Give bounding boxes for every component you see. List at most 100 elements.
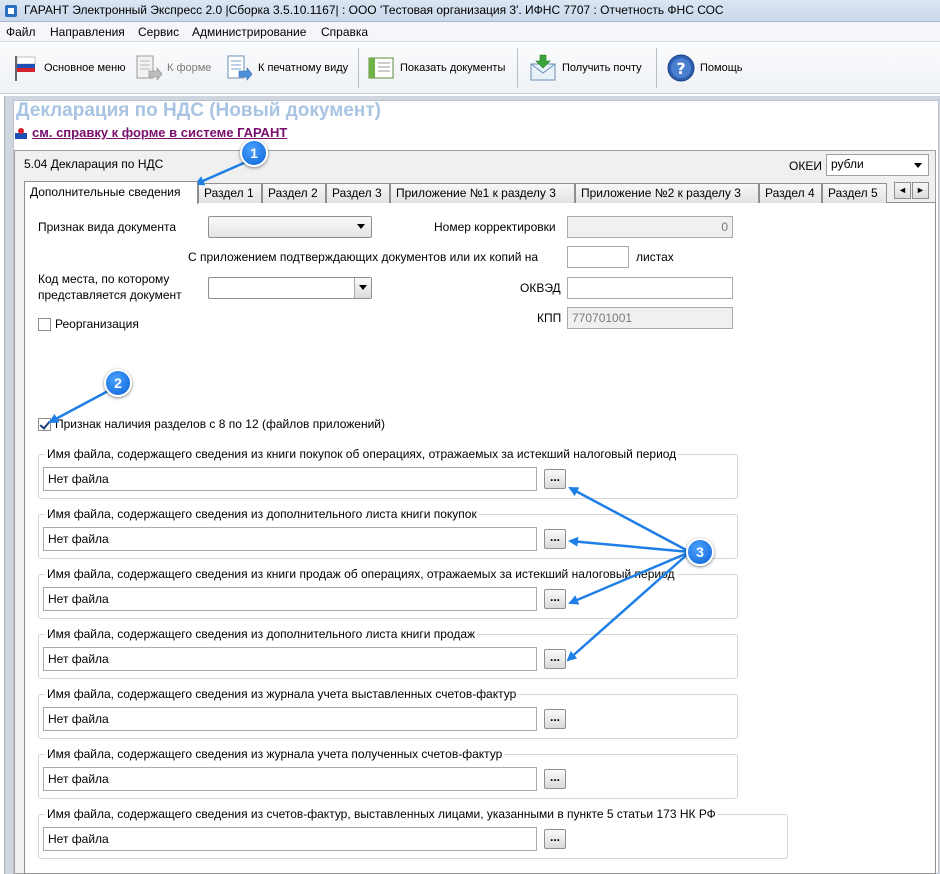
browse-file-button[interactable]: ... — [544, 709, 566, 729]
reorganization-label: Реорганизация — [55, 317, 139, 331]
main-menu-button[interactable]: Основное меню — [10, 50, 125, 86]
file-name-field[interactable]: Нет файла — [43, 527, 537, 551]
sections-8-12-label: Признак наличия разделов с 8 по 12 (файл… — [55, 417, 386, 431]
help-button[interactable]: ? Помощь — [666, 50, 743, 86]
help-icon: ? — [667, 54, 695, 82]
help-label: Помощь — [700, 62, 743, 74]
file-group: Имя файла, содержащего сведения из книги… — [38, 567, 738, 619]
file-group-label: Имя файла, содержащего сведения из книги… — [45, 567, 677, 581]
toolbar: Основное меню К форме К печатному виду П… — [0, 42, 940, 94]
file-name-field[interactable]: Нет файла — [43, 647, 537, 671]
menu-help[interactable]: Справка — [321, 25, 368, 39]
tab-scroll-left[interactable]: ◄ — [894, 182, 911, 199]
tab-section-5[interactable]: Раздел 5 — [822, 183, 887, 203]
tab-additional-info[interactable]: Дополнительные сведения — [24, 181, 198, 204]
show-documents-label: Показать документы — [400, 62, 506, 74]
menu-directions[interactable]: Направления — [50, 25, 125, 39]
file-group-label: Имя файла, содержащего сведения из допол… — [45, 627, 478, 641]
reorganization-checkbox[interactable] — [38, 318, 51, 331]
garant-help-link[interactable]: см. справку к форме в системе ГАРАНТ — [14, 125, 287, 140]
annotation-badge-2: 2 — [104, 369, 132, 397]
attach-sheets-field[interactable] — [567, 246, 629, 268]
to-form-button[interactable]: К форме — [133, 50, 211, 86]
browse-file-button[interactable]: ... — [544, 829, 566, 849]
file-group: Имя файла, содержащего сведения из журна… — [38, 747, 738, 799]
file-name-field[interactable]: Нет файла — [43, 707, 537, 731]
file-group: Имя файла, содержащего сведения из журна… — [38, 687, 738, 739]
place-code-select[interactable] — [208, 277, 372, 299]
file-name-field[interactable]: Нет файла — [43, 587, 537, 611]
toolbar-separator — [358, 48, 359, 88]
okved-field[interactable] — [567, 277, 733, 299]
browse-file-button[interactable]: ... — [544, 469, 566, 489]
to-form-label: К форме — [167, 62, 212, 74]
section-title: 5.04 Декларация по НДС — [24, 157, 164, 171]
flag-icon — [15, 56, 36, 81]
print-preview-icon — [227, 55, 253, 81]
app-icon — [5, 5, 17, 17]
place-code-label-line1: Код места, по которому — [38, 272, 170, 286]
menu-service[interactable]: Сервис — [138, 25, 179, 39]
window-title: ГАРАНТ Электронный Экспресс 2.0 |Сборка … — [24, 3, 724, 17]
correction-number-field[interactable]: 0 — [567, 216, 733, 238]
okved-label: ОКВЭД — [520, 281, 561, 295]
file-group-label: Имя файла, содержащего сведения из книги… — [45, 447, 679, 461]
doc-type-label: Признак вида документа — [38, 220, 176, 234]
doc-type-select[interactable] — [208, 216, 372, 238]
file-group-label: Имя файла, содержащего сведения из счето… — [45, 807, 718, 821]
file-group: Имя файла, содержащего сведения из счето… — [38, 807, 788, 859]
file-name-field[interactable]: Нет файла — [43, 827, 537, 851]
browse-file-button[interactable]: ... — [544, 649, 566, 669]
garant-logo-icon — [15, 127, 27, 139]
file-group: Имя файла, содержащего сведения из книги… — [38, 447, 738, 499]
kpp-field[interactable]: 770701001 — [567, 307, 733, 329]
kpp-label: КПП — [537, 311, 562, 325]
tab-appendix-2-section-3[interactable]: Приложение №2 к разделу 3 — [575, 183, 759, 203]
file-group-label: Имя файла, содержащего сведения из допол… — [45, 507, 479, 521]
okei-select[interactable]: рубли — [826, 154, 929, 176]
tab-section-4[interactable]: Раздел 4 — [759, 183, 822, 203]
svg-text:?: ? — [676, 59, 685, 78]
file-name-field[interactable]: Нет файла — [43, 467, 537, 491]
browse-file-button[interactable]: ... — [544, 769, 566, 789]
form-title: Декларация по НДС (Новый документ) — [16, 100, 381, 121]
tab-appendix-1-section-3[interactable]: Приложение №1 к разделу 3 — [390, 183, 575, 203]
file-group: Имя файла, содержащего сведения из допол… — [38, 627, 738, 679]
file-group-label: Имя файла, содержащего сведения из журна… — [45, 747, 505, 761]
file-group-label: Имя файла, содержащего сведения из журна… — [45, 687, 519, 701]
mail-download-icon — [530, 54, 556, 81]
documents-icon — [368, 57, 394, 79]
toolbar-separator — [656, 48, 657, 88]
annotation-badge-1: 1 — [240, 139, 268, 167]
print-view-button[interactable]: К печатному виду — [224, 50, 348, 86]
menu-file[interactable]: Файл — [6, 25, 36, 39]
show-documents-button[interactable]: Показать документы — [366, 50, 505, 86]
get-mail-button[interactable]: Получить почту — [528, 50, 642, 86]
annotation-badge-3: 3 — [686, 538, 714, 566]
okei-label: ОКЕИ — [789, 159, 822, 173]
chevron-down-icon — [359, 285, 367, 290]
sections-8-12-checkbox[interactable] — [38, 418, 51, 431]
tab-section-3[interactable]: Раздел 3 — [326, 183, 390, 203]
toolbar-separator — [517, 48, 518, 88]
menu-bar: Файл Направления Сервис Администрировани… — [0, 22, 940, 42]
place-code-label-line2: представляется документ — [38, 288, 182, 302]
tab-scroll-right[interactable]: ► — [912, 182, 929, 199]
get-mail-label: Получить почту — [562, 62, 642, 74]
browse-file-button[interactable]: ... — [544, 529, 566, 549]
browse-file-button[interactable]: ... — [544, 589, 566, 609]
okei-value: рубли — [831, 157, 864, 171]
sheets-label: листах — [636, 250, 674, 264]
tab-section-2[interactable]: Раздел 2 — [262, 183, 326, 203]
form-arrow-icon — [136, 55, 163, 81]
attach-docs-label: С приложением подтверждающих документов … — [188, 250, 539, 264]
file-name-field[interactable]: Нет файла — [43, 767, 537, 791]
tab-section-1[interactable]: Раздел 1 — [198, 183, 262, 203]
print-view-label: К печатному виду — [258, 62, 349, 74]
file-group: Имя файла, содержащего сведения из допол… — [38, 507, 738, 559]
chevron-down-icon — [914, 163, 922, 168]
chevron-down-icon — [357, 224, 365, 229]
title-bar: ГАРАНТ Электронный Экспресс 2.0 |Сборка … — [0, 0, 940, 22]
dropdown-button[interactable] — [354, 278, 371, 298]
menu-administration[interactable]: Администрирование — [192, 25, 306, 39]
